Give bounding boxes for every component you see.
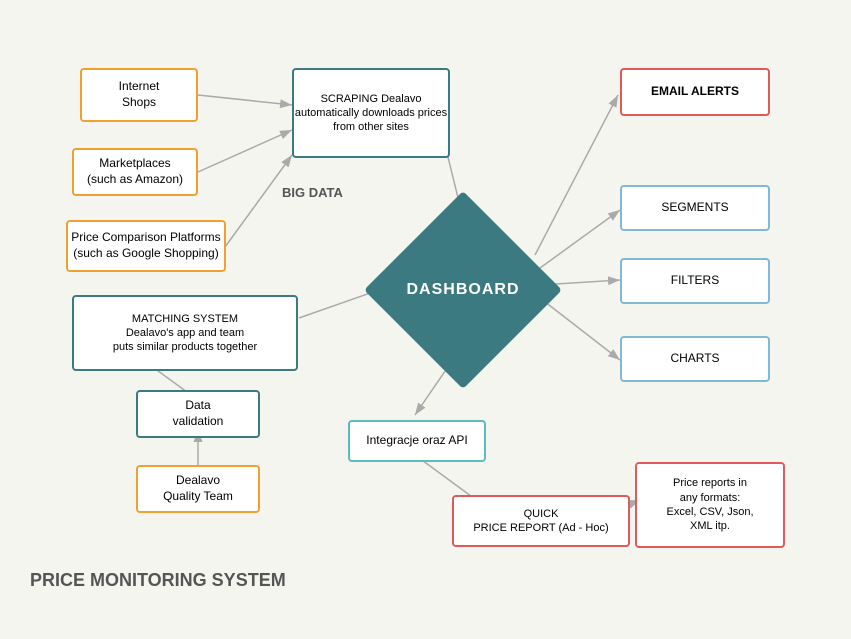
label-big-data: BIG DATA [282, 185, 343, 200]
node-segments: SEGMENTS [620, 185, 770, 231]
node-dealavo-quality: Dealavo Quality Team [136, 465, 260, 513]
node-price-comparison: Price Comparison Platforms (such as Goog… [66, 220, 226, 272]
label-price-monitoring: PRICE MONITORING SYSTEM [30, 570, 286, 591]
node-email-alerts: EMAIL ALERTS [620, 68, 770, 116]
node-marketplaces: Marketplaces (such as Amazon) [72, 148, 198, 196]
node-scraping: SCRAPING Dealavo automatically downloads… [292, 68, 450, 158]
node-data-validation: Data validation [136, 390, 260, 438]
node-internet-shops: Internet Shops [80, 68, 198, 122]
node-matching: MATCHING SYSTEM Dealavo's app and team p… [72, 295, 298, 371]
node-price-reports: Price reports in any formats: Excel, CSV… [635, 462, 785, 548]
node-charts: CHARTS [620, 336, 770, 382]
diagram: Internet Shops Marketplaces (such as Ama… [0, 0, 851, 639]
node-quick-report: QUICK PRICE REPORT (Ad - Hoc) [452, 495, 630, 547]
node-filters: FILTERS [620, 258, 770, 304]
node-dashboard: DASHBOARD [388, 215, 538, 365]
node-integrations: Integracje oraz API [348, 420, 486, 462]
